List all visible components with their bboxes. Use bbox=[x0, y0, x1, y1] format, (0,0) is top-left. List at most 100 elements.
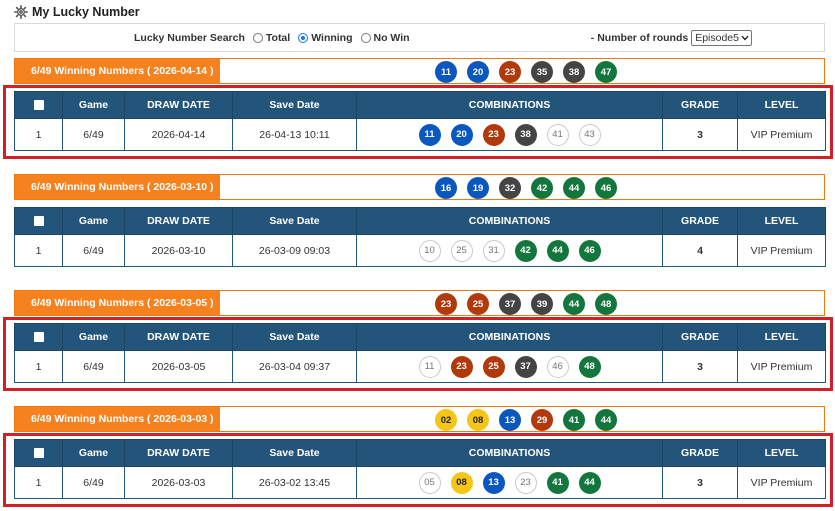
row-grade: 4 bbox=[662, 234, 738, 267]
header-game: Game bbox=[62, 91, 125, 119]
radio-label: No Win bbox=[373, 31, 410, 44]
combination-number-ball: 05 bbox=[418, 471, 441, 494]
row-grade: 3 bbox=[662, 118, 738, 151]
winning-number-ball: 23 bbox=[435, 293, 457, 315]
combination-number-ball: 43 bbox=[578, 123, 601, 146]
radio-winning[interactable]: Winning bbox=[298, 31, 353, 44]
header-combinations: COMBINATIONS bbox=[356, 207, 663, 235]
combination-number-ball: 46 bbox=[546, 355, 569, 378]
winning-number-ball: 08 bbox=[467, 409, 489, 431]
row-save-date: 26-03-02 13:45 bbox=[232, 466, 357, 499]
select-all-checkbox[interactable] bbox=[33, 448, 44, 459]
radio-label: Winning bbox=[311, 31, 353, 44]
radio-dot[interactable] bbox=[360, 32, 371, 43]
header-level: LEVEL bbox=[737, 439, 826, 467]
draw-section: 6/49 Winning Numbers ( 2026-03-10 ) 16 19… bbox=[14, 174, 826, 267]
combination-table: Game DRAW DATE Save Date COMBINATIONS GR… bbox=[14, 91, 826, 151]
row-level: VIP Premium bbox=[737, 118, 826, 151]
table-row: 1 6/49 2026-03-05 26-03-04 09:37 11 23 25 3… bbox=[14, 350, 826, 383]
winning-number-ball: 23 bbox=[499, 61, 521, 83]
radio-dot[interactable] bbox=[252, 32, 263, 43]
row-game: 6/49 bbox=[62, 234, 125, 267]
row-grade: 3 bbox=[662, 466, 738, 499]
winning-numbers-label: 6/49 Winning Numbers ( 2026-04-14 ) bbox=[15, 59, 220, 83]
combination-number-ball: 23 bbox=[482, 123, 505, 146]
row-combinations: 11 20 23 38 41 43 bbox=[356, 118, 663, 151]
select-all-checkbox[interactable] bbox=[33, 100, 44, 111]
header-grade: GRADE bbox=[662, 91, 738, 119]
header-draw-date: DRAW DATE bbox=[124, 207, 233, 235]
combination-number-ball: 44 bbox=[578, 471, 601, 494]
row-draw-date: 2026-03-05 bbox=[124, 350, 233, 383]
winning-number-ball: 44 bbox=[595, 409, 617, 431]
combination-number-ball: 13 bbox=[482, 471, 505, 494]
header-grade: GRADE bbox=[662, 323, 738, 351]
rounds-select-value: Episode5 bbox=[695, 31, 739, 44]
header-game: Game bbox=[62, 207, 125, 235]
table-row: 1 6/49 2026-03-10 26-03-09 09:03 10 25 31 4… bbox=[14, 234, 826, 267]
table-header-row: Game DRAW DATE Save Date COMBINATIONS GR… bbox=[14, 207, 826, 235]
row-level: VIP Premium bbox=[737, 234, 826, 267]
table-row: 1 6/49 2026-03-03 26-03-02 13:45 05 08 13 2… bbox=[14, 466, 826, 499]
radio-no-win[interactable]: No Win bbox=[360, 31, 410, 44]
combination-number-ball: 41 bbox=[546, 123, 569, 146]
combination-number-ball: 46 bbox=[578, 239, 601, 262]
row-combinations: 05 08 13 23 41 44 bbox=[356, 466, 663, 499]
row-save-date: 26-03-04 09:37 bbox=[232, 350, 357, 383]
winning-numbers-balls: 02 08 13 29 41 44 bbox=[435, 408, 627, 432]
header-save-date: Save Date bbox=[232, 207, 357, 235]
radio-dot[interactable] bbox=[298, 32, 309, 43]
winning-number-ball: 02 bbox=[435, 409, 457, 431]
combination-number-ball: 11 bbox=[418, 355, 441, 378]
combination-number-ball: 23 bbox=[450, 355, 473, 378]
row-grade: 3 bbox=[662, 350, 738, 383]
rounds-select[interactable]: Episode5 bbox=[691, 29, 752, 46]
search-bar: Lucky Number Search Total Winning No Win… bbox=[14, 23, 825, 52]
winning-numbers-header: 6/49 Winning Numbers ( 2026-03-03 ) 02 08… bbox=[14, 406, 825, 432]
combination-number-ball: 25 bbox=[482, 355, 505, 378]
row-draw-date: 2026-04-14 bbox=[124, 118, 233, 151]
winning-number-ball: 37 bbox=[499, 293, 521, 315]
radio-label: Total bbox=[265, 31, 291, 44]
combination-number-ball: 10 bbox=[418, 239, 441, 262]
winning-number-ball: 19 bbox=[467, 177, 489, 199]
select-all-checkbox[interactable] bbox=[33, 216, 44, 227]
winning-number-ball: 46 bbox=[595, 177, 617, 199]
radio-total[interactable]: Total bbox=[252, 31, 291, 44]
header-combinations: COMBINATIONS bbox=[356, 91, 663, 119]
row-number: 1 bbox=[14, 234, 63, 267]
winning-numbers-balls: 16 19 32 42 44 46 bbox=[435, 176, 627, 200]
header-grade: GRADE bbox=[662, 439, 738, 467]
combination-number-ball: 48 bbox=[578, 355, 601, 378]
select-all-checkbox[interactable] bbox=[33, 332, 44, 343]
gear-icon bbox=[14, 5, 28, 19]
row-game: 6/49 bbox=[62, 466, 125, 499]
header-game: Game bbox=[62, 439, 125, 467]
row-number: 1 bbox=[14, 350, 63, 383]
row-combinations: 10 25 31 42 44 46 bbox=[356, 234, 663, 267]
winning-number-ball: 20 bbox=[467, 61, 489, 83]
winning-number-ball: 41 bbox=[563, 409, 585, 431]
winning-numbers-balls: 11 20 23 35 38 47 bbox=[435, 60, 627, 84]
header-level: LEVEL bbox=[737, 207, 826, 235]
row-draw-date: 2026-03-10 bbox=[124, 234, 233, 267]
row-game: 6/49 bbox=[62, 118, 125, 151]
combination-number-ball: 25 bbox=[450, 239, 473, 262]
header-game: Game bbox=[62, 323, 125, 351]
combination-table: Game DRAW DATE Save Date COMBINATIONS GR… bbox=[14, 439, 826, 499]
winning-numbers-label: 6/49 Winning Numbers ( 2026-03-05 ) bbox=[15, 291, 220, 315]
winning-numbers-label: 6/49 Winning Numbers ( 2026-03-10 ) bbox=[15, 175, 220, 199]
table-header-row: Game DRAW DATE Save Date COMBINATIONS GR… bbox=[14, 439, 826, 467]
search-label: Lucky Number Search bbox=[134, 31, 245, 44]
winning-numbers-balls: 23 25 37 39 44 48 bbox=[435, 292, 627, 316]
winning-number-ball: 48 bbox=[595, 293, 617, 315]
rounds-label: - Number of rounds bbox=[590, 31, 689, 44]
row-combinations: 11 23 25 37 46 48 bbox=[356, 350, 663, 383]
header-draw-date: DRAW DATE bbox=[124, 323, 233, 351]
table-header-row: Game DRAW DATE Save Date COMBINATIONS GR… bbox=[14, 91, 826, 119]
combination-number-ball: 44 bbox=[546, 239, 569, 262]
page-title: My Lucky Number bbox=[14, 4, 140, 20]
row-save-date: 26-04-13 10:11 bbox=[232, 118, 357, 151]
winning-number-ball: 44 bbox=[563, 177, 585, 199]
combination-number-ball: 42 bbox=[514, 239, 537, 262]
